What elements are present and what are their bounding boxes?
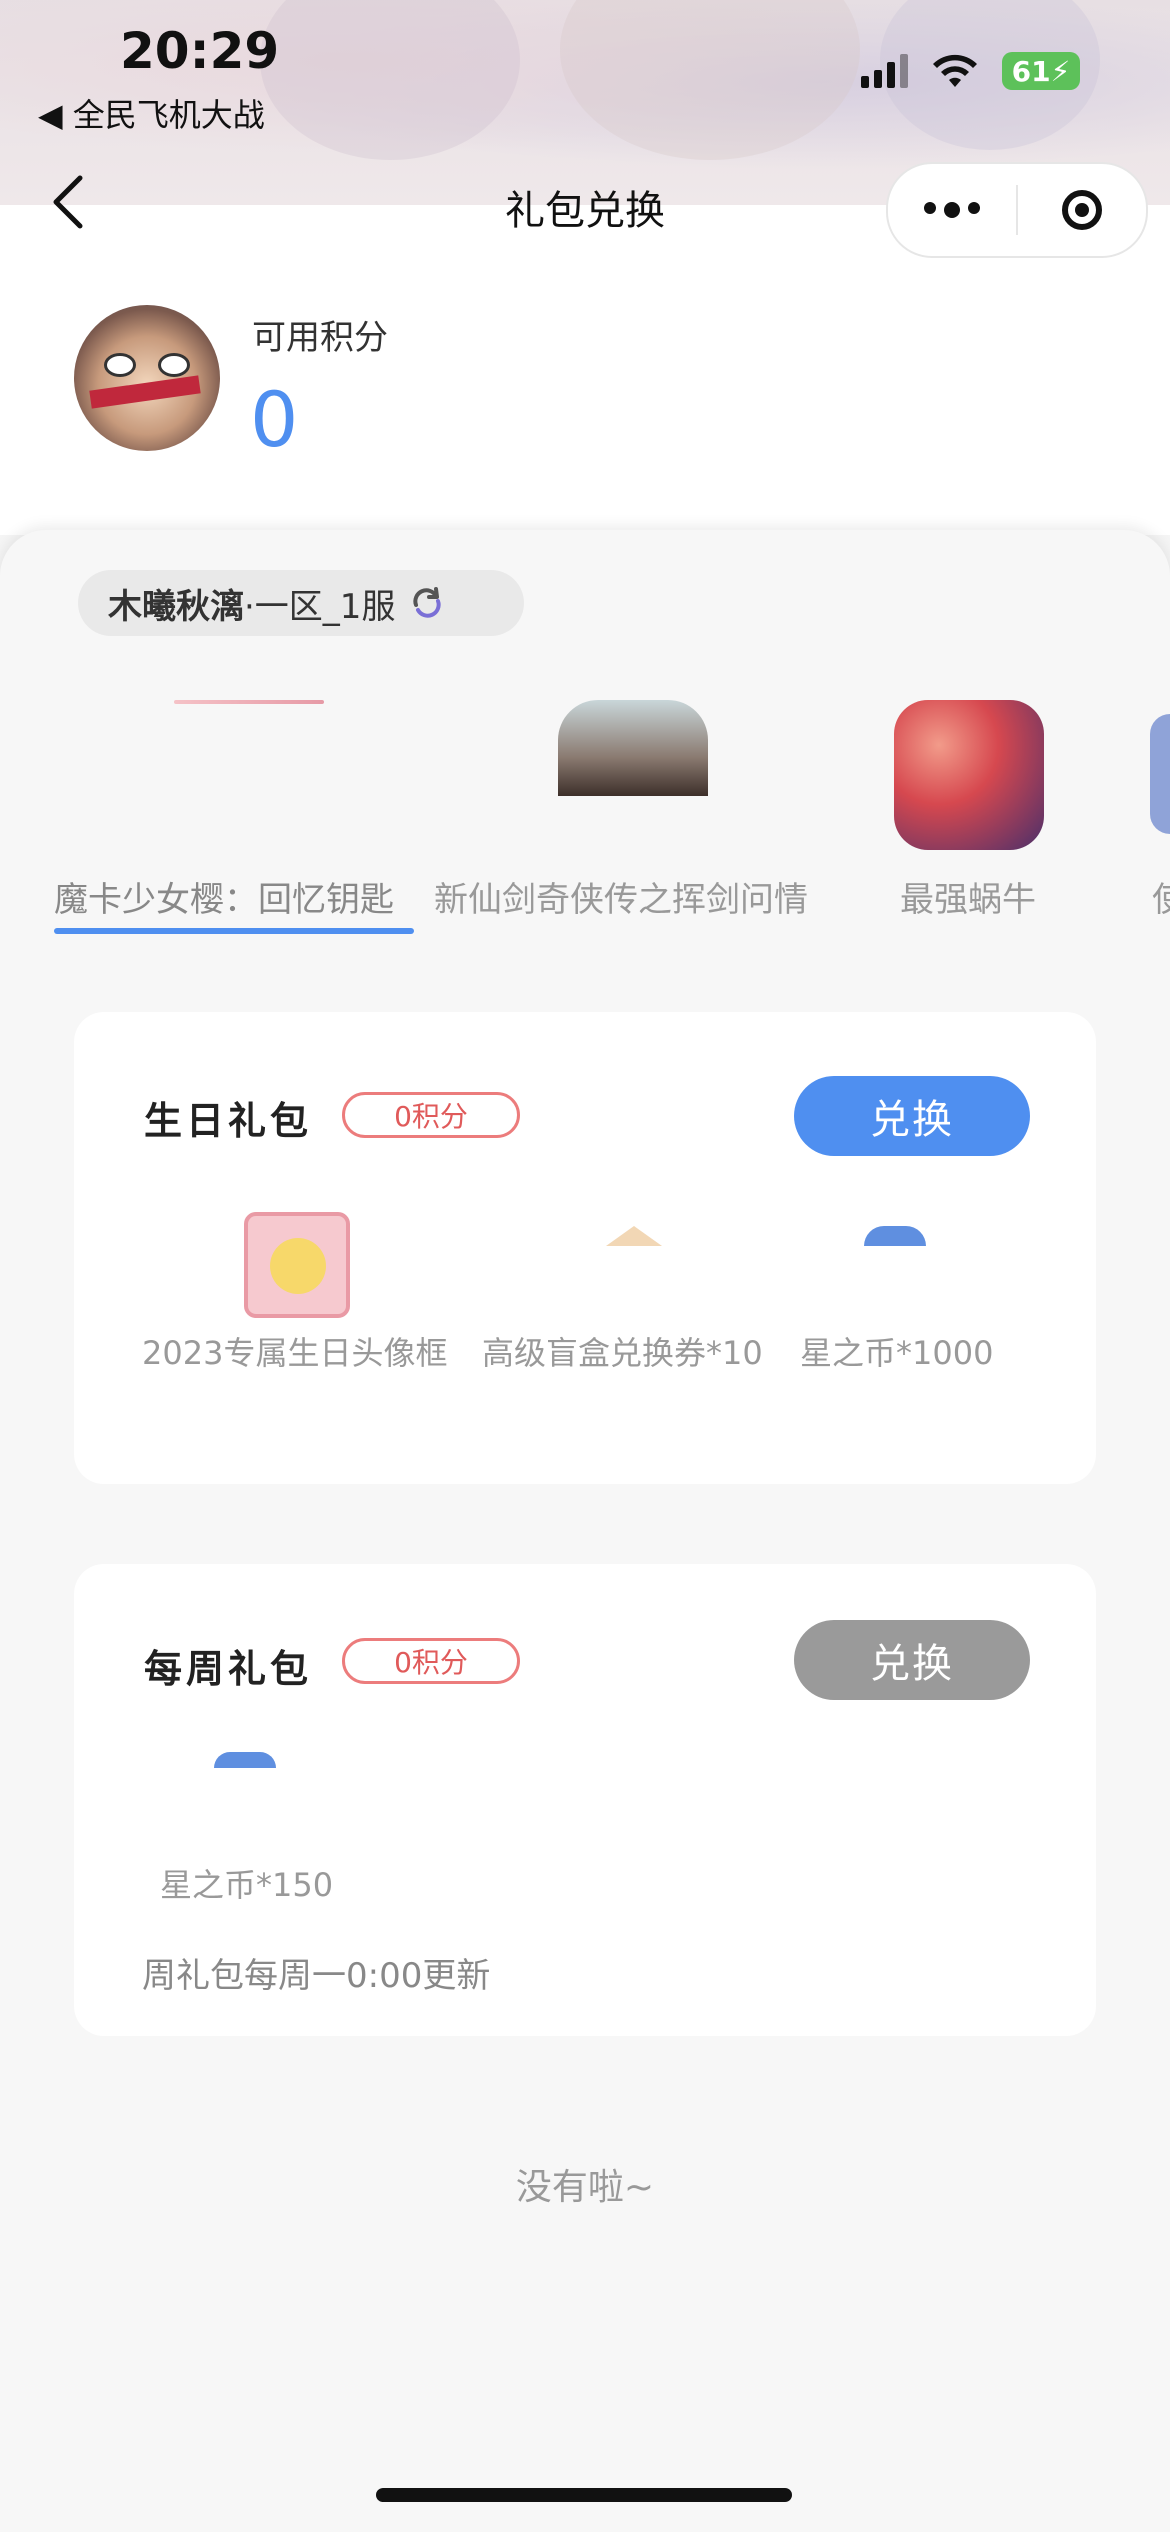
home-indicator[interactable] [376,2488,792,2502]
game-tab-label: 使 [1152,880,1170,920]
points-value: 0 [250,375,299,464]
game-icon-xianjian [558,700,708,796]
item-icon-avatar-frame [244,1212,350,1318]
pack-points-badge: 0积分 [342,1638,520,1684]
game-tab-label: 新仙剑奇侠传之挥剑问情 [434,880,808,920]
selected-tab-indicator [54,928,414,934]
item-label: 2023专属生日头像框 [142,1334,448,1372]
game-icon-partial [1150,714,1170,834]
status-time: 20:29 [120,22,280,80]
pack-refresh-note: 周礼包每周一0:00更新 [142,1956,491,1996]
wifi-icon [933,54,977,87]
exchange-button-disabled[interactable]: 兑换 [794,1620,1030,1700]
item-label: 高级盲盒兑换券*10 [482,1334,763,1372]
end-of-list-text: 没有啦~ [515,2167,655,2208]
item-icon-star-coin [864,1226,926,1246]
game-tab-label: 魔卡少女樱：回忆钥匙 [54,880,394,920]
pack-points-badge: 0积分 [342,1092,520,1138]
weekly-pack-card: 每周礼包 0积分 兑换 星之币*150 周礼包每周一0:00更新 [74,1564,1096,2036]
game-icon-snail [894,700,1044,850]
mini-program-capsule [886,162,1148,258]
more-menu-icon[interactable] [888,202,1016,218]
battery-icon: 61 ⚡ [1002,52,1080,90]
battery-level: 61 [1011,54,1051,88]
points-label: 可用积分 [252,318,388,358]
close-mini-program-icon[interactable] [1018,190,1146,230]
back-to-app-link[interactable]: ◀ 全民飞机大战 [38,90,265,136]
game-tab-label: 最强蜗牛 [900,880,1036,920]
item-icon-blindbox-ticket [606,1226,662,1246]
avatar [74,305,220,451]
exchange-button[interactable]: 兑换 [794,1076,1030,1156]
game-icon-cardcaptor [174,700,324,704]
server-selector[interactable]: 木曦秋漓 ·一区_1服 [78,570,524,636]
server-zone: ·一区_1服 [244,586,396,627]
item-label: 星之币*150 [160,1866,334,1904]
refresh-icon[interactable] [409,585,445,621]
server-role-name: 木曦秋漓 [108,586,244,627]
item-label: 星之币*1000 [800,1334,994,1372]
pack-title: 每周礼包 [144,1647,313,1691]
status-icons: 61 ⚡ [861,52,1080,90]
cellular-signal-icon [861,54,908,88]
birthday-pack-card: 生日礼包 0积分 兑换 2023专属生日头像框 高级盲盒兑换券*10 星之币*1… [74,1012,1096,1484]
pack-title: 生日礼包 [144,1099,313,1143]
item-icon-star-coin [214,1752,276,1768]
